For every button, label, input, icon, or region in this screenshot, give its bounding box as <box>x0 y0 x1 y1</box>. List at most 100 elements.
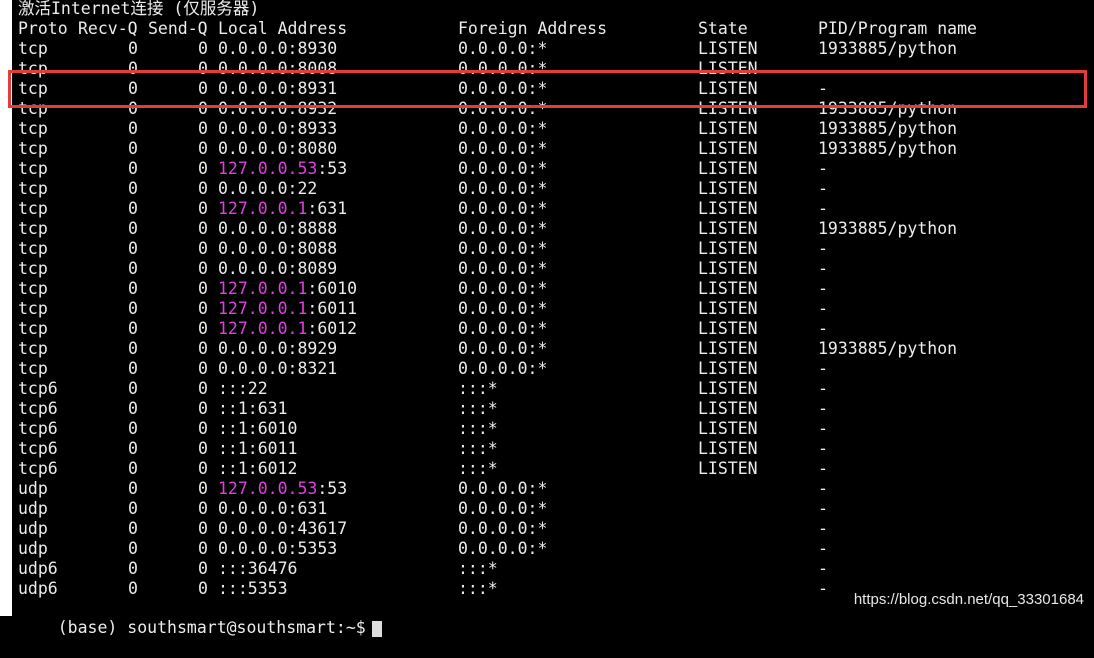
cell-proto: tcp6 <box>18 379 58 398</box>
cell-state: LISTEN <box>698 379 758 398</box>
cell-recv: 0 <box>128 319 138 338</box>
cell-state: LISTEN <box>698 259 758 278</box>
local-port: :6012 <box>307 319 358 338</box>
cell-pid-program: - <box>818 419 828 438</box>
local-ip: 0.0.0.0 <box>218 139 288 158</box>
cell-proto: udp6 <box>18 579 58 598</box>
terminal-output[interactable]: 激活Internet连接 (仅服务器) Proto Recv-Q Send-Q … <box>18 0 1094 637</box>
local-port: :8929 <box>287 339 338 358</box>
local-port: :53 <box>317 159 348 178</box>
window-left-edge <box>0 0 12 616</box>
header-local: Local Address <box>218 19 348 38</box>
cell-proto: udp <box>18 479 48 498</box>
local-port: :::22 <box>218 379 268 398</box>
shell-prompt: (base) southsmart@southsmart:~$ <box>57 618 366 637</box>
cell-pid-program: - <box>818 459 828 478</box>
cell-proto: udp <box>18 519 48 538</box>
cell-local-address: 0.0.0.0:5353 <box>218 539 337 559</box>
local-port: :22 <box>287 179 318 198</box>
cell-foreign-address: 0.0.0.0:* <box>458 479 548 498</box>
cell-pid-program: 1933885/python <box>818 119 958 138</box>
cell-send: 0 <box>198 199 208 218</box>
cell-pid-program: - <box>818 559 828 578</box>
cell-send: 0 <box>198 179 208 198</box>
cell-recv: 0 <box>128 399 138 418</box>
cell-send: 0 <box>198 39 208 58</box>
cell-recv: 0 <box>128 99 138 118</box>
local-port: :8080 <box>287 139 338 158</box>
cell-proto: tcp <box>18 219 48 238</box>
cell-foreign-address: 0.0.0.0:* <box>458 79 548 98</box>
cell-local-address: 0.0.0.0:8930 <box>218 39 337 59</box>
cell-state: LISTEN <box>698 319 758 338</box>
cell-foreign-address: :::* <box>458 579 498 598</box>
cell-recv: 0 <box>128 379 138 398</box>
cell-state: LISTEN <box>698 179 758 198</box>
local-port: :8930 <box>287 39 338 58</box>
cell-recv: 0 <box>128 539 138 558</box>
cell-recv: 0 <box>128 479 138 498</box>
cell-state: LISTEN <box>698 239 758 258</box>
cell-send: 0 <box>198 299 208 318</box>
cell-recv: 0 <box>128 139 138 158</box>
cell-recv: 0 <box>128 559 138 578</box>
local-ip: 0.0.0.0 <box>218 99 288 118</box>
local-ip: 0.0.0.0 <box>218 339 288 358</box>
watermark: https://blog.csdn.net/qq_33301684 <box>853 591 1084 608</box>
cell-recv: 0 <box>128 179 138 198</box>
cell-pid-program: - <box>818 519 828 538</box>
cell-recv: 0 <box>128 59 138 78</box>
cell-pid-program: 1933885/python <box>818 339 958 358</box>
cell-state: LISTEN <box>698 59 758 78</box>
cell-proto: udp <box>18 499 48 518</box>
cell-foreign-address: 0.0.0.0:* <box>458 359 548 378</box>
cell-recv: 0 <box>128 259 138 278</box>
cell-state: LISTEN <box>698 339 758 358</box>
cell-recv: 0 <box>128 459 138 478</box>
cell-local-address: ::1:6010 <box>218 419 297 439</box>
cell-recv: 0 <box>128 279 138 298</box>
cell-proto: tcp <box>18 259 48 278</box>
local-ip: 0.0.0.0 <box>218 79 288 98</box>
cell-send: 0 <box>198 339 208 358</box>
cell-local-address: 0.0.0.0:8888 <box>218 219 337 239</box>
cell-foreign-address: 0.0.0.0:* <box>458 39 548 58</box>
cell-local-address: 0.0.0.0:8080 <box>218 139 337 159</box>
cell-foreign-address: 0.0.0.0:* <box>458 279 548 298</box>
cell-recv: 0 <box>128 79 138 98</box>
cell-recv: 0 <box>128 219 138 238</box>
cell-proto: tcp <box>18 119 48 138</box>
cell-proto: tcp <box>18 179 48 198</box>
local-port: :8008 <box>287 59 338 78</box>
cell-state: LISTEN <box>698 459 758 478</box>
cell-state: LISTEN <box>698 439 758 458</box>
cell-local-address: 0.0.0.0:8089 <box>218 259 337 279</box>
local-ip: 127.0.0.1 <box>218 199 308 218</box>
cell-foreign-address: :::* <box>458 399 498 418</box>
cell-foreign-address: 0.0.0.0:* <box>458 199 548 218</box>
cell-send: 0 <box>198 99 208 118</box>
shell-prompt-line[interactable]: (base) southsmart@southsmart:~$ <box>18 598 382 637</box>
cell-local-address: 0.0.0.0:22 <box>218 179 317 199</box>
local-port: :8933 <box>287 119 338 138</box>
cell-foreign-address: :::* <box>458 419 498 438</box>
cell-local-address: 0.0.0.0:8929 <box>218 339 337 359</box>
cell-local-address: 127.0.0.1:6012 <box>218 319 357 339</box>
local-ip: 0.0.0.0 <box>218 119 288 138</box>
local-port: :8088 <box>287 239 338 258</box>
local-ip: 0.0.0.0 <box>218 239 288 258</box>
cell-send: 0 <box>198 479 208 498</box>
cell-foreign-address: 0.0.0.0:* <box>458 119 548 138</box>
cell-pid-program: - <box>818 359 828 378</box>
local-port: :631 <box>287 499 328 518</box>
local-ip: 0.0.0.0 <box>218 179 288 198</box>
local-port: :53 <box>317 479 348 498</box>
cell-foreign-address: 0.0.0.0:* <box>458 339 548 358</box>
cell-pid-program: - <box>818 439 828 458</box>
header-proto: Proto <box>18 19 68 38</box>
local-ip: 127.0.0.1 <box>218 319 308 338</box>
cell-foreign-address: 0.0.0.0:* <box>458 159 548 178</box>
cell-foreign-address: 0.0.0.0:* <box>458 299 548 318</box>
cell-state: LISTEN <box>698 219 758 238</box>
cell-foreign-address: 0.0.0.0:* <box>458 99 548 118</box>
